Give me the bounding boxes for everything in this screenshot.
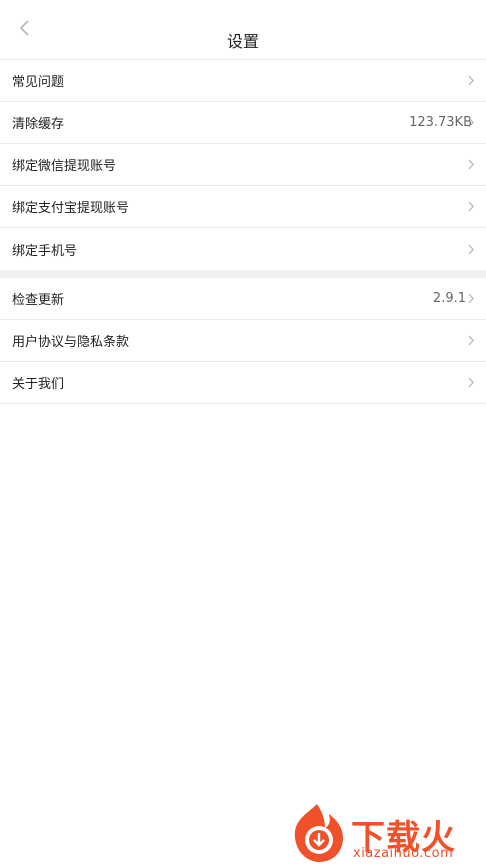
header-bar: 设置 [0,0,486,60]
row-bind-wechat[interactable]: 绑定微信提现账号 [0,144,486,186]
row-label: 常见问题 [12,75,65,90]
row-about-us[interactable]: 关于我们 [0,362,486,404]
row-label: 绑定支付宝提现账号 [12,201,130,216]
page-title: 设置 [226,32,259,51]
row-check-update[interactable]: 检查更新 2.9.1 [0,278,486,320]
cache-size-value: 123.73KB [409,115,472,130]
row-label: 绑定手机号 [12,243,78,259]
row-label: 关于我们 [12,377,65,392]
row-bind-alipay[interactable]: 绑定支付宝提现账号 [0,186,486,228]
settings-page: 设置 常见问题 清除缓存 123.73KB 绑定微信提现账号 绑定支付宝提现账号 [0,0,486,864]
row-label: 检查更新 [12,293,65,308]
row-faq[interactable]: 常见问题 [0,60,486,102]
row-clear-cache[interactable]: 清除缓存 123.73KB [0,102,486,144]
chevron-right-icon [466,159,476,171]
row-label: 用户协议与隐私条款 [12,335,130,350]
watermark-url: xiazaihuo.com [353,846,454,861]
row-bind-phone[interactable]: 绑定手机号 [0,228,486,270]
chevron-right-icon [466,117,476,129]
chevron-right-icon [466,335,476,347]
chevron-right-icon [466,293,476,305]
chevron-right-icon [466,243,476,255]
row-user-agreement[interactable]: 用户协议与隐私条款 [0,320,486,362]
version-value: 2.9.1 [432,291,466,306]
chevron-right-icon [466,377,476,389]
flame-logo-icon [294,804,343,862]
chevron-right-icon [466,201,476,213]
settings-group-1: 常见问题 清除缓存 123.73KB 绑定微信提现账号 绑定支付宝提现账号 绑定… [0,60,486,270]
chevron-right-icon [466,75,476,87]
settings-group-2: 检查更新 2.9.1 用户协议与隐私条款 关于我们 [0,278,486,404]
row-label: 绑定微信提现账号 [12,159,117,174]
section-divider [0,270,486,278]
row-label: 清除缓存 [12,117,65,132]
watermark-logo: 下载火 xiazaihuo.com [285,800,485,864]
